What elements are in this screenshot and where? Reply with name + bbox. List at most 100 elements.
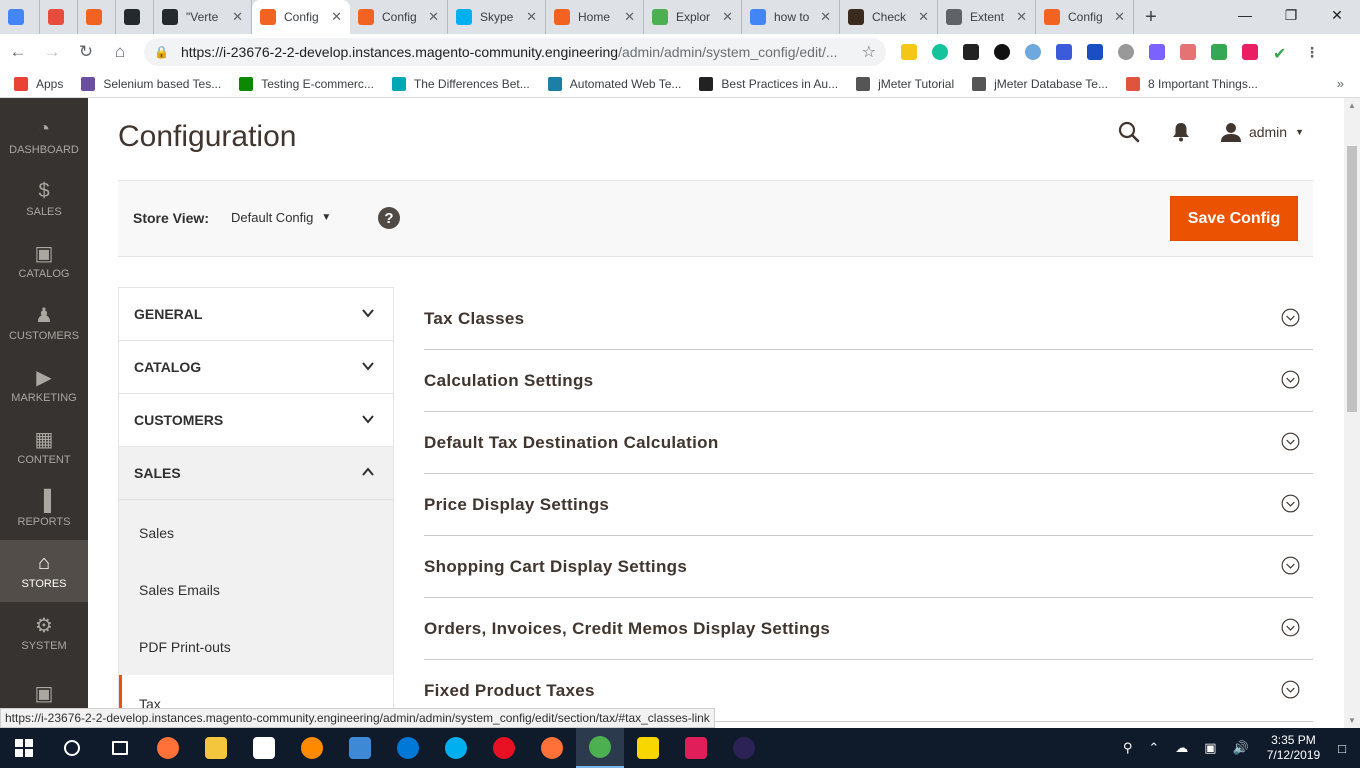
tab-close-icon[interactable]: ✕ [1114, 9, 1125, 25]
section-price-display-settings[interactable]: Price Display Settings [424, 474, 1313, 536]
scrollbar-thumb[interactable] [1347, 146, 1357, 412]
config-subitem-sales[interactable]: Sales [119, 504, 393, 561]
extension-google-icon[interactable] [1211, 44, 1227, 60]
forward-button[interactable]: → [36, 36, 68, 68]
extension-form-icon[interactable] [1180, 44, 1196, 60]
action-center-icon[interactable]: □ [1338, 741, 1346, 756]
extension-shield-icon[interactable] [1087, 44, 1103, 60]
help-icon[interactable]: ? [378, 207, 400, 229]
tab-close-icon[interactable]: ✕ [918, 9, 929, 25]
admin-menu-reports[interactable]: ▐ REPORTS [0, 478, 88, 540]
start-windows-icon[interactable] [0, 728, 48, 768]
taskbar-file-explorer-icon[interactable] [192, 728, 240, 768]
expand-circle-icon[interactable] [1281, 370, 1300, 389]
config-tab-catalog[interactable]: CATALOG [119, 341, 393, 394]
bookmark-star-icon[interactable]: ☆ [862, 42, 876, 62]
extension-grammarly-icon[interactable] [932, 44, 948, 60]
bookmark-item[interactable]: The Differences Bet... [391, 76, 530, 91]
expand-circle-icon[interactable] [1281, 308, 1300, 327]
browser-tab[interactable]: Extent ✕ [938, 0, 1036, 34]
bookmark-item[interactable]: Automated Web Te... [547, 76, 681, 91]
address-bar[interactable]: 🔒 https://i-23676-2-2-develop.instances.… [144, 38, 886, 66]
tab-close-icon[interactable]: ✕ [428, 9, 439, 25]
bookmark-item[interactable]: 8 Important Things... [1125, 76, 1258, 91]
extension-blue-icon[interactable] [1025, 44, 1041, 60]
browser-tab[interactable]: Home ✕ [546, 0, 644, 34]
extension-hash-icon[interactable] [1056, 44, 1072, 60]
section-orders-invoices-credit-memos-display-settings[interactable]: Orders, Invoices, Credit Memos Display S… [424, 598, 1313, 660]
expand-circle-icon[interactable] [1281, 432, 1300, 451]
browser-tab[interactable]: Skype ✕ [448, 0, 546, 34]
admin-user-menu[interactable]: admin ▼ [1220, 122, 1304, 142]
bookmarks-overflow-icon[interactable]: » [1337, 76, 1344, 91]
expand-circle-icon[interactable] [1281, 556, 1300, 575]
section-default-tax-destination-calculation[interactable]: Default Tax Destination Calculation [424, 412, 1313, 474]
browser-tab[interactable] [40, 0, 78, 34]
taskbar-firefox-icon[interactable] [144, 728, 192, 768]
volume-icon[interactable]: 🔊 [1233, 740, 1249, 756]
scroll-down-icon[interactable]: ▼ [1348, 716, 1356, 725]
extension-check-icon[interactable]: ✔ [1273, 44, 1289, 63]
taskbar-slack-icon[interactable] [672, 728, 720, 768]
admin-menu-sales[interactable]: $ SALES [0, 168, 88, 230]
network-icon[interactable]: ▣ [1204, 740, 1216, 756]
tab-close-icon[interactable]: ✕ [722, 9, 733, 25]
browser-tab[interactable] [78, 0, 116, 34]
taskbar-edge-icon[interactable] [384, 728, 432, 768]
browser-tab[interactable] [0, 0, 40, 34]
expand-circle-icon[interactable] [1281, 680, 1300, 699]
home-button[interactable]: ⌂ [104, 36, 136, 68]
browser-tab[interactable]: Config ✕ [350, 0, 448, 34]
section-calculation-settings[interactable]: Calculation Settings [424, 350, 1313, 412]
taskbar-clock[interactable]: 3:35 PM 7/12/2019 [1267, 733, 1320, 763]
config-subitem-pdf-print-outs[interactable]: PDF Print-outs [119, 618, 393, 675]
browser-tab[interactable]: Check ✕ [840, 0, 938, 34]
people-icon[interactable]: ⚲ [1123, 740, 1133, 756]
taskbar-eclipse-icon[interactable] [720, 728, 768, 768]
config-tab-general[interactable]: GENERAL [119, 288, 393, 341]
browser-tab[interactable] [116, 0, 154, 34]
extension-n-icon[interactable] [963, 44, 979, 60]
taskbar-firefox-dev-icon[interactable] [528, 728, 576, 768]
new-tab-button[interactable]: + [1134, 0, 1168, 34]
restore-button[interactable]: ❐ [1268, 0, 1314, 30]
tab-close-icon[interactable]: ✕ [232, 9, 243, 25]
admin-menu-marketing[interactable]: ▶ MARKETING [0, 354, 88, 416]
taskbar-cortana-icon[interactable] [48, 728, 96, 768]
extension-triangle-icon[interactable] [1149, 44, 1165, 60]
tab-close-icon[interactable]: ✕ [624, 9, 635, 25]
browser-tab[interactable]: Config ✕ [252, 0, 350, 34]
tab-close-icon[interactable]: ✕ [1016, 9, 1027, 25]
taskbar-chrome-icon[interactable] [576, 728, 624, 768]
config-subitem-sales-emails[interactable]: Sales Emails [119, 561, 393, 618]
save-config-button[interactable]: Save Config [1170, 196, 1298, 241]
bookmark-item[interactable]: Apps [14, 76, 63, 91]
admin-menu-stores[interactable]: ⌂ STORES [0, 540, 88, 602]
notifications-bell-icon[interactable] [1169, 120, 1193, 144]
page-scrollbar[interactable]: ▲ ▼ [1344, 98, 1360, 728]
taskbar-task-view-icon[interactable] [96, 728, 144, 768]
taskbar-opera-icon[interactable] [480, 728, 528, 768]
extension-pink-icon[interactable] [1242, 44, 1258, 60]
browser-tab[interactable]: how to ✕ [742, 0, 840, 34]
tab-close-icon[interactable]: ✕ [526, 9, 537, 25]
browser-tab[interactable]: Config ✕ [1036, 0, 1134, 34]
scroll-up-icon[interactable]: ▲ [1348, 101, 1356, 110]
extension-dark-icon[interactable] [994, 44, 1010, 60]
section-shopping-cart-display-settings[interactable]: Shopping Cart Display Settings [424, 536, 1313, 598]
expand-circle-icon[interactable] [1281, 494, 1300, 513]
admin-menu-customers[interactable]: ♟ CUSTOMERS [0, 292, 88, 354]
tray-chevron-up-icon[interactable]: ⌃ [1148, 740, 1159, 756]
taskbar-app-orange-icon[interactable] [288, 728, 336, 768]
close-window-button[interactable]: ✕ [1314, 0, 1360, 30]
config-tab-customers[interactable]: CUSTOMERS [119, 394, 393, 447]
browser-tab[interactable]: Explor ✕ [644, 0, 742, 34]
taskbar-store-icon[interactable] [240, 728, 288, 768]
admin-menu-catalog[interactable]: ▣ CATALOG [0, 230, 88, 292]
admin-menu-system[interactable]: ⚙ SYSTEM [0, 602, 88, 664]
config-tab-sales[interactable]: SALES [119, 447, 393, 500]
browser-tab[interactable]: "Verte ✕ [154, 0, 252, 34]
taskbar-skype-icon[interactable] [432, 728, 480, 768]
reload-button[interactable]: ↻ [70, 36, 102, 68]
bookmark-item[interactable]: jMeter Database Te... [972, 76, 1108, 91]
